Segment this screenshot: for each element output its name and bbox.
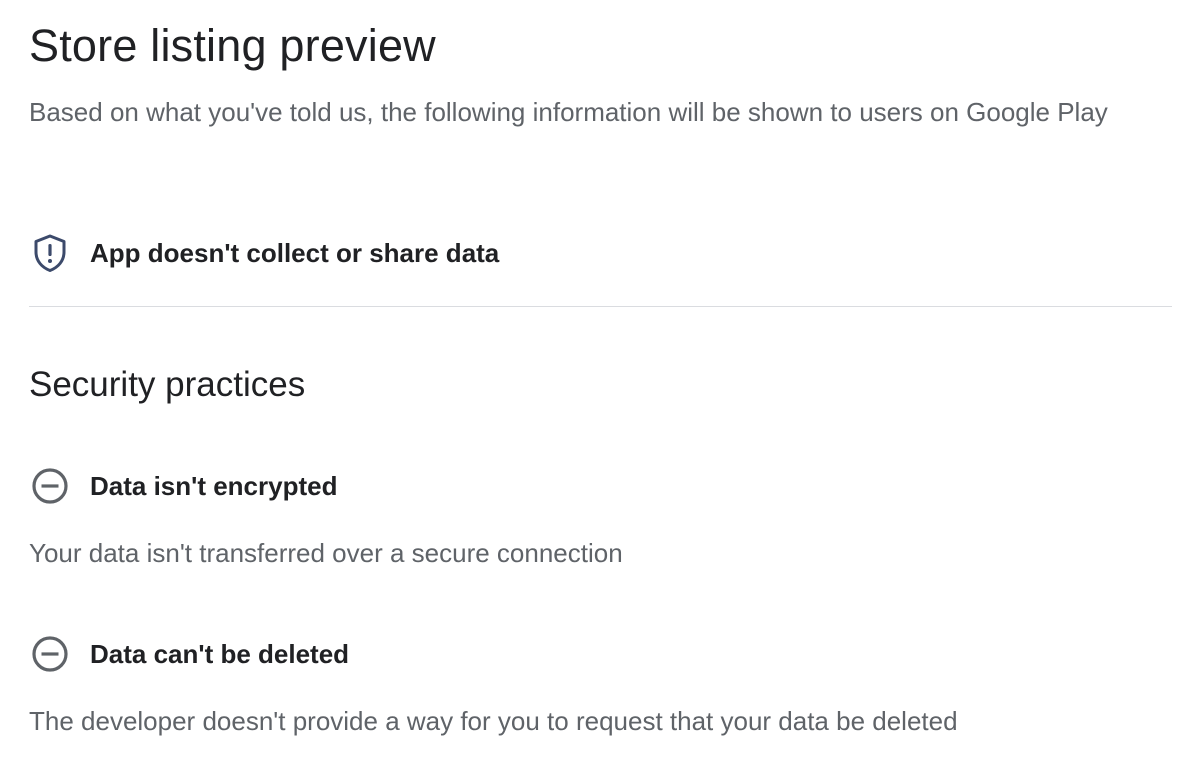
page-subtitle: Based on what you've told us, the follow… [29, 97, 1108, 127]
security-practices-title: Security practices [29, 365, 306, 404]
security-item-label: Data isn't encrypted [90, 471, 338, 501]
minus-circle-icon [29, 465, 71, 507]
shield-exclamation-icon [29, 232, 71, 274]
minus-circle-icon [29, 633, 71, 675]
security-item-encryption: Data isn't encrypted [29, 465, 337, 507]
security-item-description: Your data isn't transferred over a secur… [29, 538, 623, 568]
divider [29, 306, 1172, 307]
security-item-deletion: Data can't be deleted [29, 633, 349, 675]
data-collection-label: App doesn't collect or share data [90, 238, 500, 268]
page-title: Store listing preview [29, 20, 436, 71]
security-item-label: Data can't be deleted [90, 639, 350, 669]
data-collection-row: App doesn't collect or share data [29, 232, 499, 274]
security-item-description: The developer doesn't provide a way for … [29, 706, 958, 736]
